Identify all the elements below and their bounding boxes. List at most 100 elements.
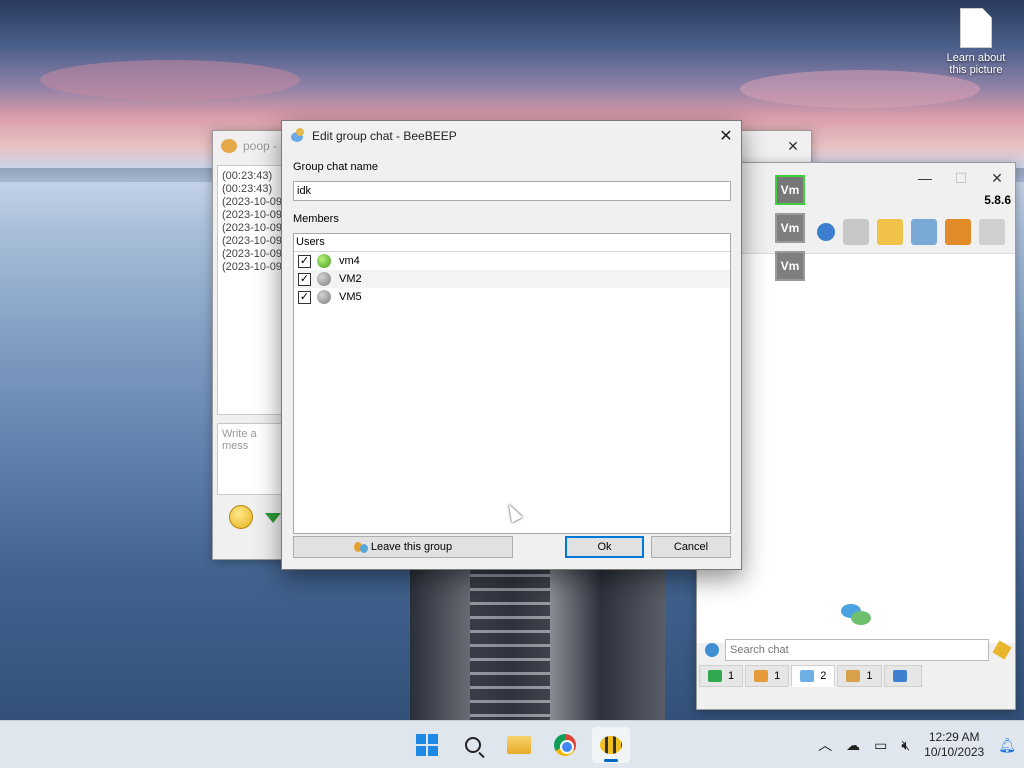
- member-checkbox[interactable]: ✓: [298, 272, 311, 286]
- cancel-button[interactable]: Cancel: [651, 536, 731, 558]
- users-column-header[interactable]: Users: [294, 234, 730, 252]
- maximize-icon[interactable]: ☐: [943, 163, 979, 193]
- globe-icon[interactable]: [705, 643, 719, 657]
- user-avatars: Vm Vm Vm: [775, 175, 805, 281]
- tab-group-chats[interactable]: 1: [837, 665, 882, 687]
- tab-chats[interactable]: 2: [791, 665, 836, 687]
- cloud-icon[interactable]: ☁: [846, 737, 860, 754]
- chat-log-line: (2023-10-09: [222, 196, 282, 208]
- member-name: VM5: [339, 291, 362, 303]
- ok-button[interactable]: Ok: [565, 536, 644, 558]
- update-icon[interactable]: [945, 219, 971, 245]
- members-list[interactable]: Users ✓ vm4 ✓ VM2 ✓ VM5: [293, 233, 731, 534]
- tab-files[interactable]: [883, 665, 922, 687]
- avatar[interactable]: Vm: [775, 251, 805, 281]
- chrome-button[interactable]: [546, 727, 584, 763]
- search-chat-input[interactable]: [725, 639, 989, 661]
- start-button[interactable]: [408, 727, 446, 763]
- close-icon[interactable]: ✕: [979, 163, 1015, 193]
- volume-muted-icon[interactable]: 🔇︎: [901, 737, 910, 754]
- desktop-icon-learn-picture[interactable]: Learn about this picture: [938, 8, 1014, 76]
- file-share-icon: [892, 670, 907, 682]
- pier-planks: [470, 560, 550, 720]
- member-name: vm4: [339, 255, 360, 267]
- group-icon: [754, 670, 769, 682]
- leave-group-icon: [353, 540, 368, 554]
- chat-log-line: (2023-10-09: [222, 209, 282, 221]
- tab-count: 1: [774, 670, 781, 682]
- avatar[interactable]: Vm: [775, 213, 805, 243]
- trash-icon[interactable]: [979, 219, 1005, 245]
- chat-log-line: (2023-10-09: [222, 248, 282, 260]
- chat-icon: [800, 670, 815, 682]
- chat-log-line: (00:23:43): [222, 183, 273, 195]
- windows-logo-icon: [416, 734, 438, 756]
- emoticon-icon[interactable]: [229, 505, 253, 529]
- version-label: 5.8.6: [984, 193, 1011, 207]
- search-icon: [465, 737, 481, 753]
- member-name: VM2: [339, 273, 362, 285]
- avatar[interactable]: Vm: [775, 175, 805, 205]
- leave-group-button[interactable]: Leave this group: [293, 536, 513, 558]
- online-status-icon: [317, 254, 331, 268]
- chat-log-line: (00:23:43): [222, 170, 273, 182]
- file-explorer-button[interactable]: [500, 727, 538, 763]
- member-checkbox[interactable]: ✓: [298, 254, 311, 268]
- arrow-down-icon[interactable]: [265, 513, 281, 523]
- file-icon: [960, 8, 992, 48]
- bee-icon: [600, 736, 622, 754]
- chat-log-line: (2023-10-09: [222, 235, 282, 247]
- dialog-titlebar[interactable]: Edit group chat - BeeBEEP ✕: [282, 121, 741, 151]
- minimize-icon[interactable]: —: [907, 163, 943, 193]
- members-label: Members: [293, 213, 339, 225]
- network-icon[interactable]: ▭: [874, 737, 887, 754]
- chat-log[interactable]: (00:23:43) (00:23:43) (2023-10-09 (2023-…: [217, 165, 287, 415]
- tab-count: 2: [820, 670, 827, 682]
- beebeep-button[interactable]: [592, 727, 630, 763]
- main-window[interactable]: — ☐ ✕ 5.8.6 1 1 2 1: [696, 162, 1016, 710]
- list-item[interactable]: ✓ VM5: [294, 288, 730, 306]
- dialog-title: Edit group chat - BeeBEEP: [312, 129, 457, 143]
- search-button[interactable]: [454, 727, 492, 763]
- clock-time: 12:29 AM: [928, 730, 980, 744]
- main-chat-area[interactable]: [697, 253, 1015, 643]
- group-edit-icon: [290, 128, 306, 144]
- chat-log-line: (2023-10-09: [222, 222, 282, 234]
- list-item[interactable]: ✓ VM2: [294, 270, 730, 288]
- offline-status-icon: [317, 272, 331, 286]
- chat-log-line: (2023-10-09: [222, 261, 282, 273]
- clock-date: 10/10/2023: [924, 745, 985, 759]
- volume-icon[interactable]: [817, 223, 835, 241]
- broom-icon[interactable]: [992, 640, 1012, 660]
- main-tabs: 1 1 2 1: [699, 665, 922, 687]
- offline-status-icon: [317, 290, 331, 304]
- notification-bell-icon[interactable]: 🔔︎: [998, 737, 1016, 754]
- chat-window-title: poop -: [243, 139, 278, 153]
- main-window-titlebar[interactable]: — ☐ ✕: [697, 163, 1015, 193]
- edit-icon[interactable]: [877, 219, 903, 245]
- tab-count: 1: [866, 670, 873, 682]
- tab-count: 1: [728, 670, 735, 682]
- member-checkbox[interactable]: ✓: [298, 290, 311, 304]
- main-toolbar: [817, 219, 1005, 245]
- group-chat-icon: [846, 670, 861, 682]
- users-icon: [708, 670, 722, 682]
- taskbar: ︿ ☁ ▭ 🔇︎ 12:29 AM 10/10/2023 🔔︎: [0, 720, 1024, 768]
- chevron-up-icon[interactable]: ︿: [818, 735, 832, 755]
- tab-users[interactable]: 1: [699, 665, 744, 687]
- message-input[interactable]: Write a mess: [217, 423, 287, 495]
- close-icon[interactable]: ✕: [711, 122, 741, 150]
- close-icon[interactable]: ✕: [775, 131, 811, 161]
- system-tray: ︿ ☁ ▭ 🔇︎ 12:29 AM 10/10/2023 🔔︎: [818, 721, 1016, 768]
- message-icon[interactable]: [843, 219, 869, 245]
- group-name-label: Group chat name: [293, 161, 378, 173]
- group-name-input[interactable]: [293, 181, 731, 201]
- taskbar-apps: [408, 727, 630, 763]
- group-edit-icon[interactable]: [911, 219, 937, 245]
- tab-groups[interactable]: 1: [745, 665, 790, 687]
- cloud: [40, 60, 300, 100]
- search-row: [705, 639, 1012, 661]
- list-item[interactable]: ✓ vm4: [294, 252, 730, 270]
- leave-group-label: Leave this group: [370, 541, 453, 553]
- clock[interactable]: 12:29 AM 10/10/2023: [924, 730, 984, 760]
